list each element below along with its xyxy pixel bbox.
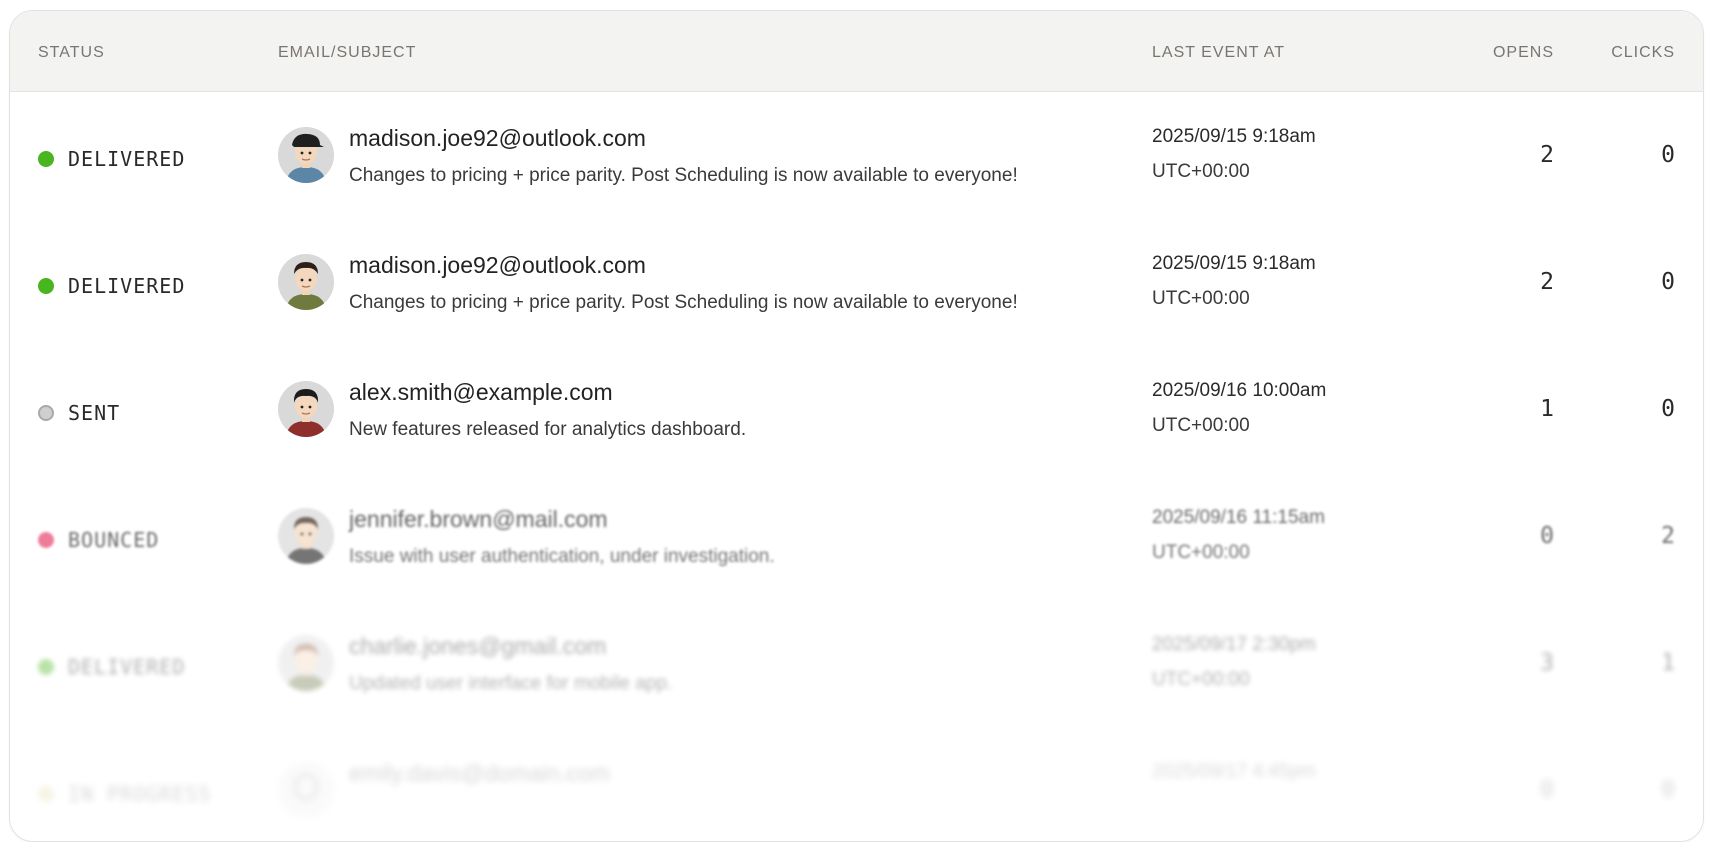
avatar-man-red-shirt-icon xyxy=(278,381,334,437)
last-event-date: 2025/09/15 9:18am xyxy=(1152,253,1316,274)
status-label: DELIVERED xyxy=(68,147,186,171)
email-log-table: STATUS EMAIL/SUBJECT LAST EVENT AT OPENS… xyxy=(9,10,1704,842)
avatar-outline-icon xyxy=(278,762,334,818)
status-dot-icon xyxy=(38,278,54,294)
status-badge: IN PROGRESS xyxy=(38,782,211,806)
last-event-timezone: UTC+00:00 xyxy=(1152,542,1250,563)
status-dot-icon xyxy=(38,405,54,421)
table-row[interactable]: BOUNCED jennifer.brown@mail.com Issue wi… xyxy=(10,473,1703,600)
recipient-email[interactable]: charlie.jones@gmail.com xyxy=(349,633,606,660)
avatar-man-green-shirt-icon xyxy=(278,254,334,310)
status-badge: DELIVERED xyxy=(38,147,185,171)
opens-count: 3 xyxy=(1540,650,1554,676)
table-header: STATUS EMAIL/SUBJECT LAST EVENT AT OPENS… xyxy=(10,11,1703,92)
email-subject: Changes to pricing + price parity. Post … xyxy=(349,165,1018,186)
recipient-email[interactable]: madison.joe92@outlook.com xyxy=(349,252,646,279)
status-dot-icon xyxy=(38,532,54,548)
opens-count: 2 xyxy=(1540,269,1554,295)
opens-count: 1 xyxy=(1540,396,1554,422)
email-subject: New features released for analytics dash… xyxy=(349,419,747,440)
status-label: IN PROGRESS xyxy=(68,782,212,806)
table-row[interactable]: SENT alex.smith@example.com New features… xyxy=(10,346,1703,473)
status-dot-icon xyxy=(38,786,54,802)
clicks-count: 0 xyxy=(1661,269,1675,295)
clicks-count: 0 xyxy=(1661,142,1675,168)
clicks-count: 0 xyxy=(1661,396,1675,422)
last-event-date: 2025/09/17 2:30pm xyxy=(1152,634,1316,655)
avatar-man-dark-shirt-icon xyxy=(278,508,334,564)
status-badge: DELIVERED xyxy=(38,655,185,679)
status-label: DELIVERED xyxy=(68,655,186,679)
email-subject: Issue with user authentication, under in… xyxy=(349,546,775,567)
avatar-cap-man-icon xyxy=(278,127,334,183)
clicks-count: 0 xyxy=(1661,777,1675,803)
opens-count: 2 xyxy=(1540,142,1554,168)
status-badge: BOUNCED xyxy=(38,528,159,552)
status-label: SENT xyxy=(68,401,121,425)
column-header-email-subject[interactable]: EMAIL/SUBJECT xyxy=(278,44,416,62)
last-event-date: 2025/09/17 4:45pm xyxy=(1152,761,1316,782)
table-row[interactable]: DELIVERED madison.joe92@outlook.com Chan… xyxy=(10,219,1703,346)
status-label: BOUNCED xyxy=(68,528,160,552)
column-header-status[interactable]: STATUS xyxy=(38,44,105,62)
opens-count: 0 xyxy=(1540,523,1554,549)
recipient-email[interactable]: emily.davis@domain.com xyxy=(349,760,610,787)
last-event-date: 2025/09/16 11:15am xyxy=(1152,507,1325,528)
opens-count: 0 xyxy=(1540,777,1554,803)
avatar-man-olive-shirt-icon xyxy=(278,635,334,691)
status-badge: SENT xyxy=(38,401,120,425)
last-event-date: 2025/09/16 10:00am xyxy=(1152,380,1327,401)
last-event-timezone: UTC+00:00 xyxy=(1152,415,1250,436)
clicks-count: 2 xyxy=(1661,523,1675,549)
last-event-date: 2025/09/15 9:18am xyxy=(1152,126,1316,147)
recipient-email[interactable]: jennifer.brown@mail.com xyxy=(349,506,608,533)
email-subject: Changes to pricing + price parity. Post … xyxy=(349,292,1018,313)
table-row[interactable]: DELIVERED charlie.jones@gmail.com Update… xyxy=(10,600,1703,727)
email-subject: Updated user interface for mobile app. xyxy=(349,673,673,694)
status-label: DELIVERED xyxy=(68,274,186,298)
last-event-timezone: UTC+00:00 xyxy=(1152,161,1250,182)
status-badge: DELIVERED xyxy=(38,274,185,298)
table-row[interactable]: IN PROGRESS emily.davis@domain.com 2025/… xyxy=(10,727,1703,841)
last-event-timezone: UTC+00:00 xyxy=(1152,288,1250,309)
column-header-last-event-at[interactable]: LAST EVENT AT xyxy=(1152,44,1285,62)
last-event-timezone: UTC+00:00 xyxy=(1152,669,1250,690)
clicks-count: 1 xyxy=(1661,650,1675,676)
status-dot-icon xyxy=(38,151,54,167)
column-header-opens[interactable]: OPENS xyxy=(1493,44,1554,62)
table-row[interactable]: DELIVERED madison.joe92@outlook.com Chan… xyxy=(10,92,1703,219)
column-header-clicks[interactable]: CLICKS xyxy=(1611,44,1675,62)
status-dot-icon xyxy=(38,659,54,675)
recipient-email[interactable]: alex.smith@example.com xyxy=(349,379,613,406)
recipient-email[interactable]: madison.joe92@outlook.com xyxy=(349,125,646,152)
